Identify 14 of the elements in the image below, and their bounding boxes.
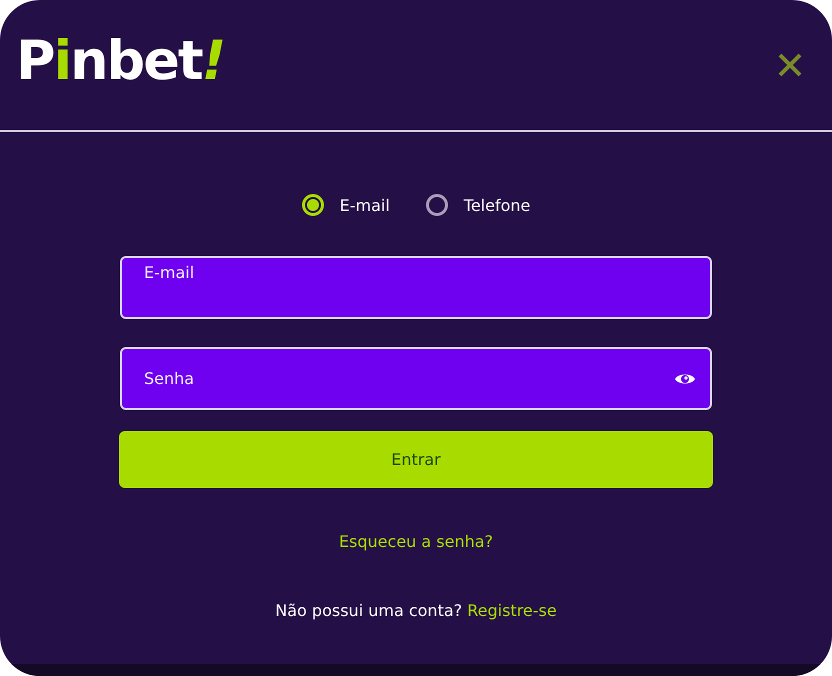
password-field[interactable]: Senha [144, 369, 674, 388]
forgot-password-link[interactable]: Esqueceu a senha? [338, 532, 494, 551]
login-button[interactable]: Entrar [119, 431, 713, 488]
register-link[interactable]: Registre-se [467, 601, 557, 620]
register-prompt: Não possui uma conta? Registre-se [275, 601, 557, 620]
email-field[interactable]: E-mail [120, 256, 712, 319]
close-icon [776, 51, 804, 79]
password-input[interactable]: Senha [120, 347, 712, 410]
close-button[interactable] [776, 51, 804, 79]
radio-circle[interactable] [426, 194, 448, 216]
logo: Pinbet! [16, 28, 224, 92]
radio-option[interactable]: Telefone [426, 194, 530, 216]
radio-circle[interactable] [302, 194, 324, 216]
radio-option[interactable]: E-mail [302, 194, 390, 216]
